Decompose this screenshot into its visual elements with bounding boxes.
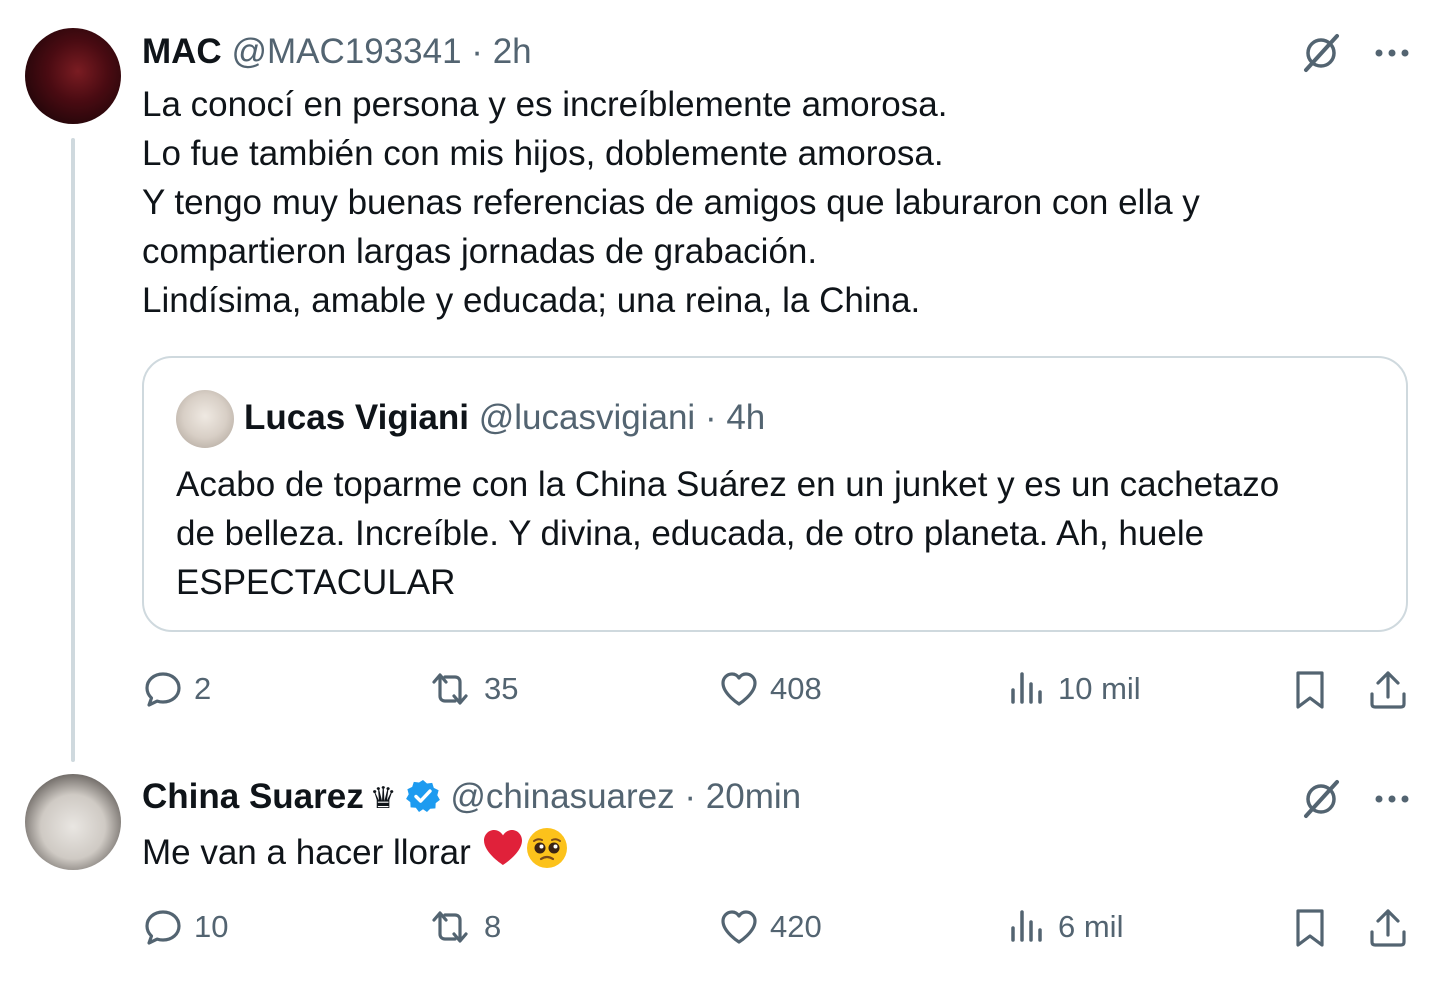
like-button[interactable]: 408 bbox=[718, 668, 822, 710]
tweet-header: China Suarez ♛ @chinasuarez · 20min bbox=[142, 777, 801, 819]
tweet-time[interactable]: 2h bbox=[493, 32, 532, 71]
crown-icon: ♛ bbox=[369, 782, 397, 815]
avatar-lucas[interactable] bbox=[176, 390, 234, 448]
share-icon bbox=[1366, 668, 1410, 712]
reply-icon bbox=[142, 668, 184, 710]
avatar-china-suarez[interactable] bbox=[25, 774, 121, 870]
quoted-tweet[interactable]: Lucas Vigiani @lucasvigiani · 4h Acabo d… bbox=[142, 356, 1408, 632]
views-button[interactable]: 6 mil bbox=[1008, 906, 1123, 948]
views-count: 6 mil bbox=[1058, 909, 1124, 944]
header-actions bbox=[1298, 30, 1410, 76]
avatar-mac[interactable] bbox=[25, 28, 121, 124]
bookmark-button[interactable] bbox=[1290, 668, 1330, 712]
separator-dot: · bbox=[704, 398, 717, 437]
grok-icon[interactable] bbox=[1298, 776, 1344, 822]
grok-icon[interactable] bbox=[1298, 30, 1344, 76]
verified-badge-icon[interactable] bbox=[405, 778, 441, 814]
red-heart-emoji bbox=[481, 826, 525, 870]
views-button[interactable]: 10 mil bbox=[1008, 668, 1141, 710]
thread-line bbox=[71, 138, 75, 762]
author-handle[interactable]: @MAC193341 bbox=[231, 32, 461, 71]
quoted-author-name: Lucas Vigiani bbox=[244, 398, 469, 437]
header-actions bbox=[1298, 776, 1410, 822]
repost-count: 8 bbox=[484, 909, 502, 944]
reply-count: 10 bbox=[194, 909, 229, 944]
tweet-text-line: Me van a hacer llorar bbox=[142, 826, 1382, 877]
reply-button[interactable]: 2 bbox=[142, 668, 211, 710]
bookmark-icon bbox=[1290, 668, 1330, 712]
repost-button[interactable]: 8 bbox=[426, 906, 501, 948]
tweet-china-suarez[interactable]: China Suarez ♛ @chinasuarez · 20min Me va… bbox=[0, 760, 1440, 983]
tweet-text-line: Y tengo muy buenas referencias de amigos… bbox=[142, 183, 1200, 222]
quoted-text-line: de belleza. Increíble. Y divina, educada… bbox=[176, 514, 1205, 553]
share-button[interactable] bbox=[1366, 906, 1410, 950]
tweet-text-line: Lindísima, amable y educada; una reina, … bbox=[142, 281, 921, 320]
separator-dot: · bbox=[684, 777, 697, 816]
tweet-text-line: compartieron largas jornadas de grabació… bbox=[142, 232, 818, 271]
like-icon bbox=[718, 668, 760, 710]
tweet-text: Me van a hacer llorar bbox=[142, 826, 1382, 877]
repost-button[interactable]: 35 bbox=[426, 668, 518, 710]
like-icon bbox=[718, 906, 760, 948]
views-icon bbox=[1008, 668, 1048, 710]
reply-icon bbox=[142, 906, 184, 948]
author-name[interactable]: MAC bbox=[142, 32, 222, 71]
bookmark-button[interactable] bbox=[1290, 906, 1330, 950]
like-count: 420 bbox=[770, 909, 822, 944]
tweet-time[interactable]: 20min bbox=[706, 777, 801, 816]
tweet-header: MAC @MAC193341 · 2h bbox=[142, 32, 532, 72]
author-handle[interactable]: @chinasuarez bbox=[450, 777, 674, 816]
quoted-time: 4h bbox=[726, 398, 766, 437]
share-button[interactable] bbox=[1366, 668, 1410, 712]
quoted-text: Acabo de toparme con la China Suárez en … bbox=[176, 460, 1376, 607]
repost-icon bbox=[426, 668, 474, 710]
like-button[interactable]: 420 bbox=[718, 906, 822, 948]
tweet-mac[interactable]: MAC @MAC193341 · 2h La conocí en persona… bbox=[0, 0, 1440, 762]
views-count: 10 mil bbox=[1058, 671, 1141, 706]
reply-count: 2 bbox=[194, 671, 212, 706]
more-icon[interactable] bbox=[1374, 47, 1410, 59]
action-bar: 2 35 408 10 mil bbox=[142, 668, 1410, 712]
bookmark-icon bbox=[1290, 906, 1330, 950]
separator-dot: · bbox=[471, 32, 483, 71]
like-count: 408 bbox=[770, 671, 822, 706]
author-name[interactable]: China Suarez bbox=[142, 777, 364, 816]
reply-button[interactable]: 10 bbox=[142, 906, 228, 948]
quoted-text-line: Acabo de toparme con la China Suárez en … bbox=[176, 465, 1280, 504]
views-icon bbox=[1008, 906, 1048, 948]
quoted-header: Lucas Vigiani @lucasvigiani · 4h bbox=[244, 398, 765, 438]
tweet-text: La conocí en persona y es increíblemente… bbox=[142, 80, 1382, 325]
pleading-face-emoji bbox=[525, 826, 569, 870]
quoted-text-line: ESPECTACULAR bbox=[176, 563, 456, 602]
tweet-text-content: Me van a hacer llorar bbox=[142, 833, 471, 872]
action-bar: 10 8 420 6 mil bbox=[142, 906, 1410, 950]
quoted-author-handle: @lucasvigiani bbox=[478, 398, 696, 437]
repost-count: 35 bbox=[484, 671, 519, 706]
more-icon[interactable] bbox=[1374, 793, 1410, 805]
repost-icon bbox=[426, 906, 474, 948]
tweet-text-line: La conocí en persona y es increíblemente… bbox=[142, 85, 948, 124]
share-icon bbox=[1366, 906, 1410, 950]
tweet-text-line: Lo fue también con mis hijos, doblemente… bbox=[142, 134, 944, 173]
